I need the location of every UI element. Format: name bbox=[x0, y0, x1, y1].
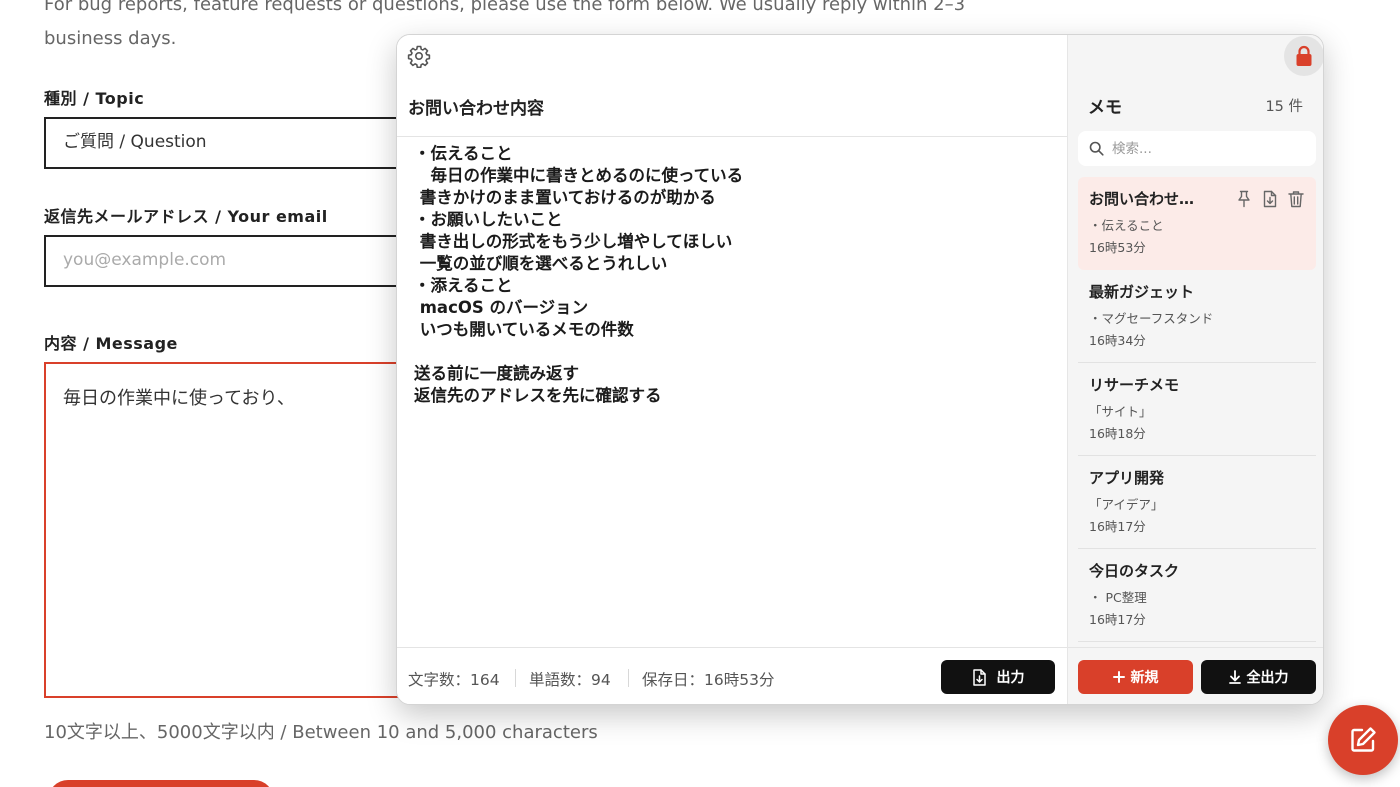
memo-time: 16時18分 bbox=[1089, 426, 1146, 441]
memo-item[interactable]: リサーチメモ 「サイト」 16時18分 bbox=[1078, 363, 1316, 456]
gear-icon[interactable] bbox=[407, 44, 431, 69]
search-icon bbox=[1089, 141, 1104, 156]
topic-label: 種別 / Topic bbox=[44, 89, 145, 108]
note-line: ・添えること bbox=[414, 276, 513, 295]
plus-icon bbox=[1112, 671, 1125, 683]
memo-item[interactable]: 最新ガジェット ・マグセーフスタンド 16時34分 bbox=[1078, 270, 1316, 363]
note-line: いつも開いているメモの件数 bbox=[414, 320, 634, 339]
note-line: 書き出しの形式をもう少し増やしてほしい bbox=[414, 232, 733, 251]
memo-time: 16時17分 bbox=[1089, 519, 1146, 534]
note-line: ・お願いしたいこと bbox=[414, 210, 563, 229]
editor-footer: 文字数：164 単語数：94 保存日：16時53分 出力 bbox=[397, 647, 1067, 704]
note-title[interactable]: お問い合わせ内容 bbox=[408, 94, 544, 119]
memo-item[interactable]: お問い合わせ内容 ・伝えること 16時53分 bbox=[1078, 177, 1316, 270]
memo-item[interactable]: アプリ開発 「アイデア」 16時17分 bbox=[1078, 456, 1316, 549]
word-count: 単語数：94 bbox=[529, 671, 611, 689]
memo-list: お問い合わせ内容 ・伝えること 16時53分 最新ガジェット ・マグセーフスタン… bbox=[1078, 177, 1316, 642]
sidebar-footer: 新規 全出力 bbox=[1068, 647, 1323, 704]
sidebar-title: メモ bbox=[1088, 98, 1122, 118]
editor-divider bbox=[397, 136, 1067, 137]
lock-button[interactable] bbox=[1284, 36, 1323, 76]
memo-preview: ・ PC整理 bbox=[1089, 590, 1147, 605]
memo-preview: 「アイデア」 bbox=[1089, 497, 1164, 512]
memo-sidebar: メモ 15 件 お問い合わせ内容 ・伝えること 16時53分 bbox=[1067, 35, 1323, 704]
form-intro-line1: For bug reports, feature requests or que… bbox=[44, 0, 966, 15]
message-label: 内容 / Message bbox=[44, 334, 178, 353]
memo-item[interactable]: 今日のタスク ・ PC整理 16時17分 bbox=[1078, 549, 1316, 642]
char-count: 文字数：164 bbox=[408, 671, 500, 689]
memo-title: リサーチメモ bbox=[1089, 376, 1180, 394]
search-box[interactable] bbox=[1078, 131, 1316, 166]
export-button[interactable]: 出力 bbox=[941, 660, 1055, 694]
new-memo-button[interactable]: 新規 bbox=[1078, 660, 1193, 694]
memo-title: 今日のタスク bbox=[1089, 562, 1180, 580]
memo-preview: ・マグセーフスタンド bbox=[1089, 311, 1214, 326]
note-body[interactable]: ・伝えること 毎日の作業中に書きとめるのに使っている 書きかけのまま置いておける… bbox=[414, 143, 1054, 407]
memo-time: 16時17分 bbox=[1089, 612, 1146, 627]
memo-title: お問い合わせ内容 bbox=[1089, 190, 1207, 208]
note-line: 書きかけのまま置いておけるのが助かる bbox=[414, 188, 716, 207]
note-line: 返信先のアドレスを先に確認する bbox=[414, 386, 662, 405]
export-all-button[interactable]: 全出力 bbox=[1201, 660, 1316, 694]
compose-button[interactable] bbox=[1328, 705, 1398, 775]
saved-time: 保存日：16時53分 bbox=[642, 671, 775, 689]
pin-icon[interactable] bbox=[1235, 190, 1253, 208]
download-icon bbox=[1228, 670, 1241, 684]
compose-icon bbox=[1348, 725, 1378, 755]
note-line: 一覧の並び順を選べるとうれしい bbox=[414, 254, 668, 273]
submit-button[interactable] bbox=[48, 780, 274, 787]
message-hint: 10文字以上、5000文字以内 / Between 10 and 5,000 c… bbox=[44, 722, 598, 743]
memo-time: 16時34分 bbox=[1089, 333, 1146, 348]
note-line: 毎日の作業中に書きとめるのに使っている bbox=[414, 166, 744, 185]
lock-icon bbox=[1295, 45, 1313, 67]
memo-actions bbox=[1235, 190, 1305, 208]
memo-preview: 「サイト」 bbox=[1089, 404, 1152, 419]
memo-editor: お問い合わせ内容 ・伝えること 毎日の作業中に書きとめるのに使っている 書きかけ… bbox=[397, 35, 1067, 704]
stat-divider bbox=[515, 669, 516, 687]
trash-icon[interactable] bbox=[1287, 190, 1305, 208]
memo-title: 最新ガジェット bbox=[1089, 283, 1195, 301]
file-export-icon bbox=[972, 668, 987, 686]
stat-divider bbox=[628, 669, 629, 687]
export-label: 出力 bbox=[996, 670, 1025, 686]
note-line: ・伝えること bbox=[414, 144, 513, 163]
memo-time: 16時53分 bbox=[1089, 240, 1146, 255]
note-line bbox=[414, 341, 1054, 363]
file-export-icon[interactable] bbox=[1261, 190, 1279, 208]
memo-panel: お問い合わせ内容 ・伝えること 毎日の作業中に書きとめるのに使っている 書きかけ… bbox=[396, 34, 1324, 705]
memo-title: アプリ開発 bbox=[1089, 469, 1165, 487]
memo-count: 15 件 bbox=[1265, 99, 1303, 115]
new-memo-label: 新規 bbox=[1130, 670, 1159, 686]
email-label: 返信先メールアドレス / Your email bbox=[44, 207, 328, 226]
note-line: macOS のバージョン bbox=[414, 298, 589, 317]
memo-preview: ・伝えること bbox=[1089, 218, 1164, 233]
note-line: 送る前に一度読み返す bbox=[414, 364, 579, 383]
search-input[interactable] bbox=[1112, 140, 1302, 157]
export-all-label: 全出力 bbox=[1246, 670, 1289, 686]
